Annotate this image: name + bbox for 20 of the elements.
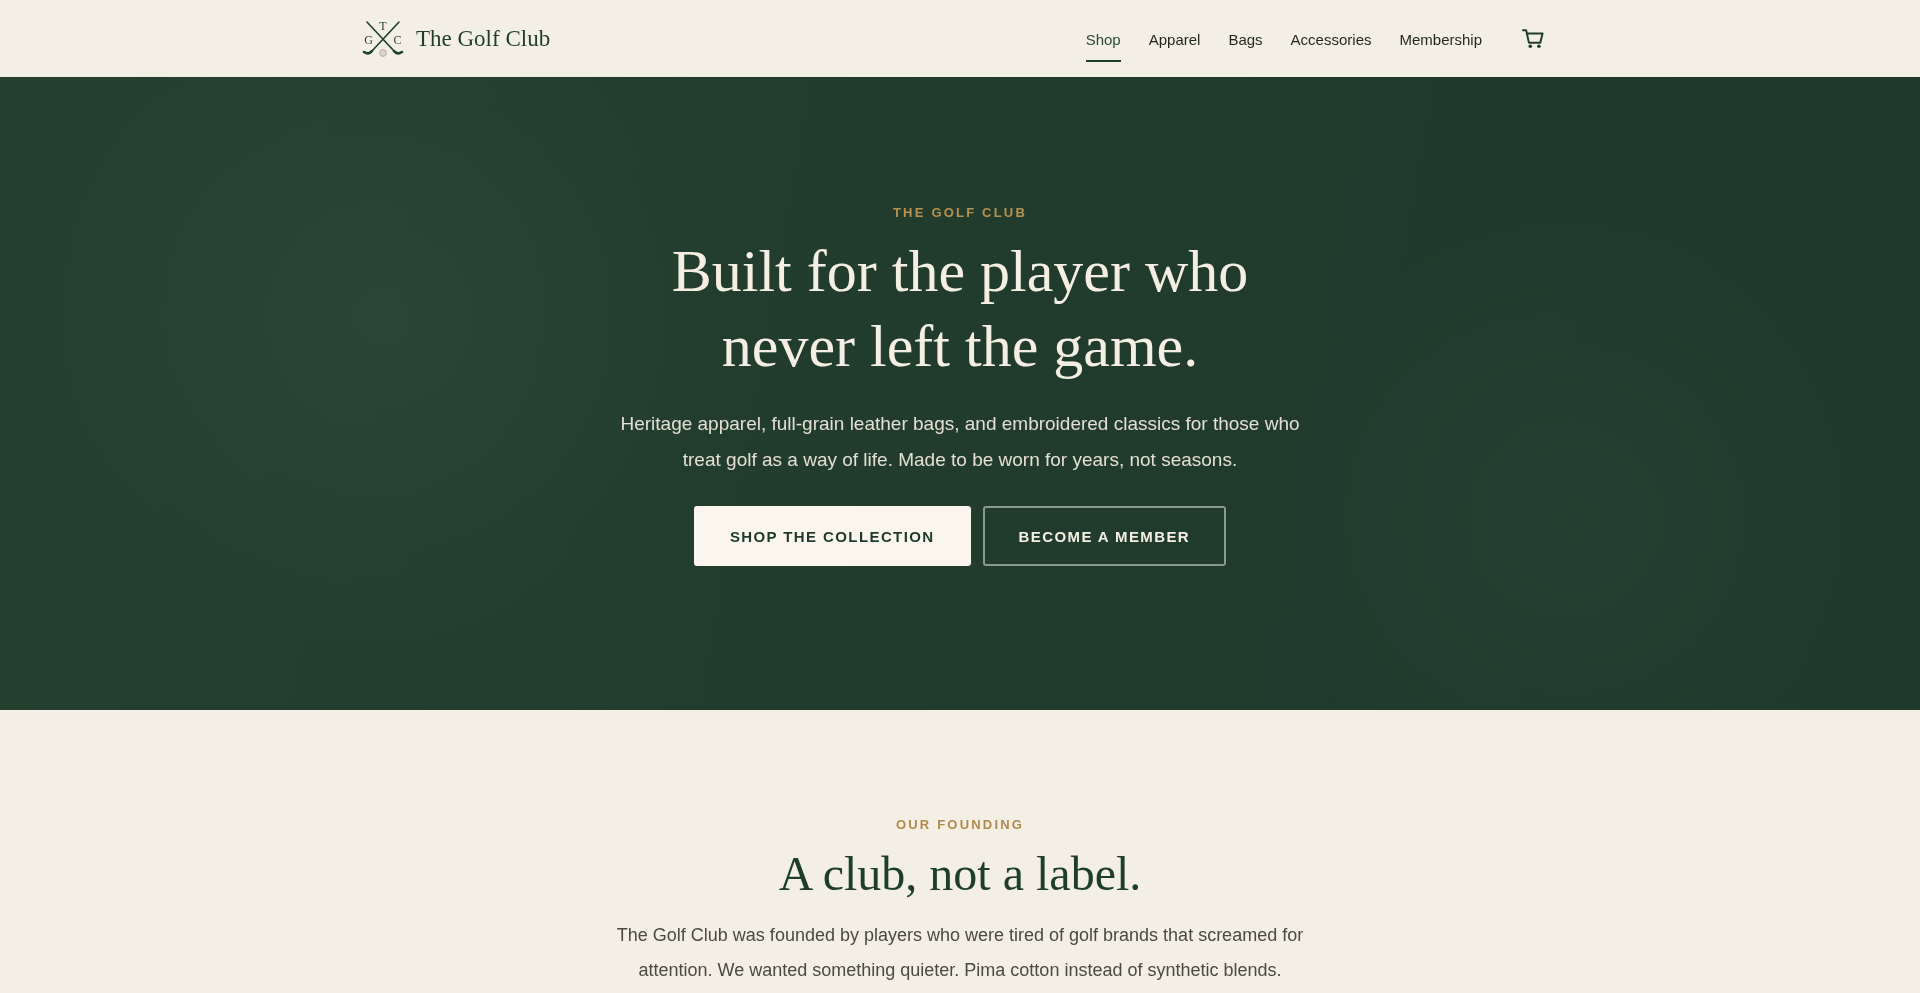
site-logo-text[interactable]: The Golf Club	[416, 25, 551, 52]
monogram-letter: T	[379, 18, 387, 33]
shop-collection-button[interactable]: SHOP THE COLLECTION	[693, 506, 971, 566]
section-eyebrow: OUR FOUNDING	[895, 817, 1025, 832]
monogram-letter: C	[393, 32, 402, 46]
nav-link[interactable]: Apparel	[1148, 17, 1201, 62]
nav-link[interactable]: Shop	[1085, 17, 1121, 62]
cart-button[interactable]	[1520, 26, 1546, 51]
hero-headline: Built for the player who never left the game.	[670, 237, 1250, 381]
monogram-letter: G	[364, 32, 373, 46]
nav-link[interactable]: Membership	[1399, 17, 1482, 62]
section-paragraph: The Golf Club was founded by players who were tired of golf brands that screamed for attention. We wanted something quieter. Pima cotton instead of synthetic blends.	[615, 924, 1305, 982]
cart-icon	[1522, 28, 1544, 49]
hero-eyebrow: THE GOLF CLUB	[892, 205, 1027, 220]
crossed-clubs-icon	[362, 20, 404, 57]
nav-link[interactable]: Bags	[1228, 17, 1263, 62]
nav-link[interactable]: Accessories	[1290, 17, 1372, 62]
hero-subtitle: Heritage apparel, full-grain leather bags, and embroidered classics for those who treat golf as a way of life. Made to be worn for years, not seasons.	[619, 412, 1301, 472]
section-heading: A club, not a label.	[778, 846, 1142, 902]
become-member-button[interactable]: BECOME A MEMBER	[982, 506, 1227, 566]
